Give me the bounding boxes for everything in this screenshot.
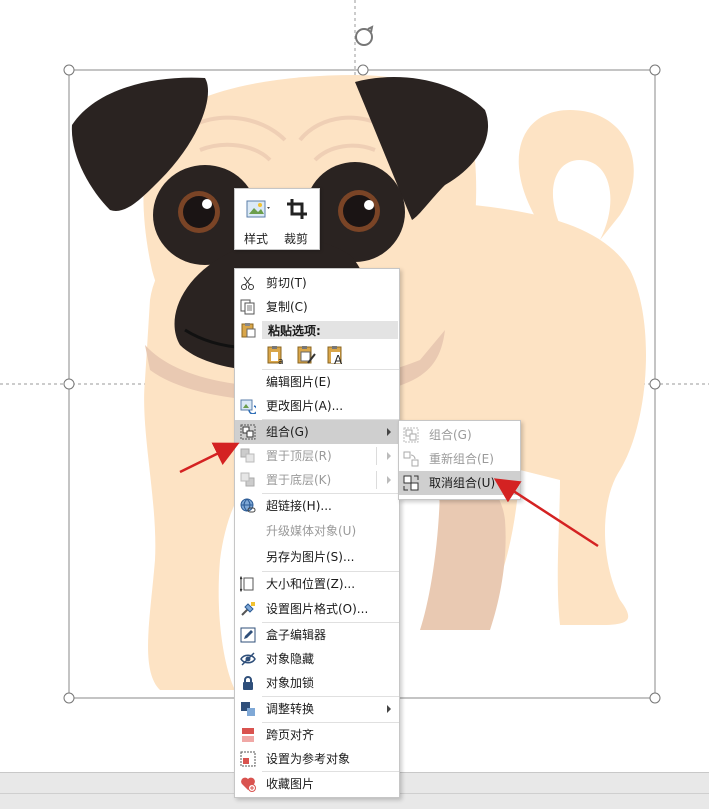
annotation-layer bbox=[179, 442, 599, 548]
red-arrow-left bbox=[179, 442, 240, 474]
red-arrow-right bbox=[493, 478, 599, 548]
